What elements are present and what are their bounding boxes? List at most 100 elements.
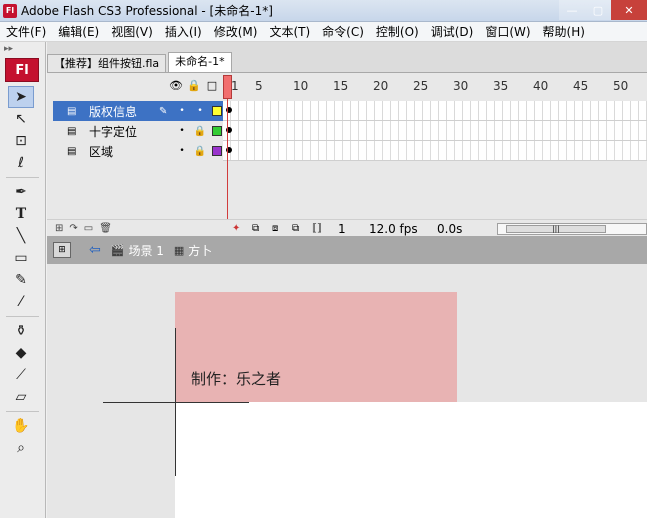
delete-layer-icon[interactable]: 🗑 xyxy=(99,223,112,234)
hand-tool-icon[interactable]: ✋ xyxy=(8,415,34,437)
ruler-label: 15 xyxy=(333,79,349,93)
lasso-tool-icon[interactable]: ℓ xyxy=(8,152,34,174)
onion-skin-icon[interactable]: ⧉ xyxy=(252,223,259,234)
menu-control[interactable]: 控制(O) xyxy=(370,22,425,42)
timeline-panel: 👁 🔒 □ 1 5 10 15 20 25 30 35 40 45 50 ▤ 版… xyxy=(47,72,647,237)
timeline-scrollbar[interactable]: ||| xyxy=(497,223,647,235)
menu-view[interactable]: 视图(V) xyxy=(105,22,159,42)
layer-icon: ▤ xyxy=(67,145,77,157)
maximize-button[interactable]: ▢ xyxy=(585,0,611,20)
eraser-tool-icon[interactable]: ▱ xyxy=(8,386,34,408)
eyedropper-tool-icon[interactable]: ⟋ xyxy=(8,364,34,386)
ruler-label: 20 xyxy=(373,79,389,93)
ruler-label: 30 xyxy=(453,79,469,93)
layer-name: 十字定位 xyxy=(89,124,138,139)
document-tabs: 【推荐】组件按钮.fla 未命名-1* xyxy=(47,52,647,72)
frames-row[interactable] xyxy=(223,121,647,141)
tool-separator xyxy=(6,177,39,178)
tool-separator xyxy=(6,411,39,412)
subselection-tool-icon[interactable]: ↖ xyxy=(8,108,34,130)
visibility-dot[interactable]: • xyxy=(173,126,191,136)
center-frame-icon[interactable]: ✦ xyxy=(232,223,240,234)
menu-text[interactable]: 文本(T) xyxy=(263,22,316,42)
flash-logo: Fl xyxy=(5,58,39,82)
breadcrumb-scene[interactable]: 🎬 场景 1 xyxy=(111,242,164,259)
tools-panel: ▸▸ Fl ➤ ↖ ⊡ ℓ ✒ T ╲ ▭ ✎ ⁄ ⚱ ◆ ⟋ ▱ ✋ ⌕ xyxy=(0,42,46,518)
symbol-label: 方卜 xyxy=(188,243,213,258)
menu-bar: 文件(F) 编辑(E) 视图(V) 插入(I) 修改(M) 文本(T) 命令(C… xyxy=(0,22,647,42)
credit-text[interactable]: 制作：乐之者 xyxy=(191,368,281,389)
paint-bucket-tool-icon[interactable]: ◆ xyxy=(8,342,34,364)
add-guide-layer-icon[interactable]: ↷ xyxy=(69,223,77,234)
tool-separator xyxy=(6,316,39,317)
lock-dot[interactable]: • xyxy=(191,106,209,116)
menu-help[interactable]: 帮助(H) xyxy=(537,22,591,42)
scene-label: 场景 1 xyxy=(128,243,164,258)
crosshair-horizontal[interactable] xyxy=(103,402,249,403)
ruler-label: 25 xyxy=(413,79,429,93)
menu-insert[interactable]: 插入(I) xyxy=(159,22,208,42)
pen-tool-icon[interactable]: ✒ xyxy=(8,181,34,203)
text-tool-icon[interactable]: T xyxy=(8,203,34,225)
frames-row[interactable] xyxy=(223,141,647,161)
ruler-label: 5 xyxy=(255,79,263,93)
new-layer-icon[interactable]: ⊞ xyxy=(55,223,63,234)
menu-window[interactable]: 窗口(W) xyxy=(479,22,536,42)
playhead-line xyxy=(227,99,228,237)
layer-row-crosshair[interactable]: ▤ 十字定位 • 🔒 xyxy=(53,121,223,141)
layer-color-swatch[interactable] xyxy=(212,126,222,136)
eye-icon[interactable]: 👁 xyxy=(167,79,185,92)
back-arrow-icon[interactable]: ⇦ xyxy=(89,242,101,258)
breadcrumb-symbol[interactable]: ▦ 方卜 xyxy=(174,242,212,259)
edit-multiple-icon[interactable]: ⧉ xyxy=(292,223,299,234)
menu-debug[interactable]: 调试(D) xyxy=(425,22,480,42)
stage-area[interactable]: 制作：乐之者 xyxy=(47,264,647,518)
menu-commands[interactable]: 命令(C) xyxy=(316,22,370,42)
layer-color-swatch[interactable] xyxy=(212,106,222,116)
lock-icon[interactable]: 🔒 xyxy=(191,126,209,137)
close-button[interactable]: ✕ xyxy=(611,0,647,20)
minimize-button[interactable]: — xyxy=(559,0,585,20)
menu-modify[interactable]: 修改(M) xyxy=(208,22,264,42)
onion-outline-icon[interactable]: ⧈ xyxy=(272,223,278,234)
layer-column-icons: 👁 🔒 □ xyxy=(167,79,221,92)
playhead[interactable] xyxy=(223,75,232,99)
scene-icon: 🎬 xyxy=(110,243,125,257)
doc-tab-untitled[interactable]: 未命名-1* xyxy=(168,52,232,72)
visibility-dot[interactable]: • xyxy=(173,146,191,156)
modify-markers-icon[interactable]: ⟦⟧ xyxy=(312,223,322,234)
visibility-dot[interactable]: • xyxy=(173,106,191,116)
stage-canvas[interactable] xyxy=(175,402,647,518)
zoom-tool-icon[interactable]: ⌕ xyxy=(8,437,34,459)
layer-color-swatch[interactable] xyxy=(212,146,222,156)
panel-strip xyxy=(47,42,647,52)
outline-icon[interactable]: □ xyxy=(203,79,221,92)
ink-bottle-tool-icon[interactable]: ⚱ xyxy=(8,320,34,342)
free-transform-tool-icon[interactable]: ⊡ xyxy=(8,130,34,152)
ruler-label: 1 xyxy=(231,79,239,93)
frames-row[interactable] xyxy=(223,101,647,121)
doc-tab-recommended[interactable]: 【推荐】组件按钮.fla xyxy=(47,54,167,72)
line-tool-icon[interactable]: ╲ xyxy=(8,225,34,247)
layer-name: 区域 xyxy=(89,144,114,159)
menu-file[interactable]: 文件(F) xyxy=(0,22,52,42)
brush-tool-icon[interactable]: ⁄ xyxy=(8,291,34,313)
frame-ruler[interactable]: 1 5 10 15 20 25 30 35 40 45 50 xyxy=(223,73,647,101)
timeline-footer: ⊞ ↷ ▭ 🗑 ✦ ⧉ ⧈ ⧉ ⟦⟧ 1 12.0 fps 0.0s ||| xyxy=(47,219,647,237)
ruler-label: 10 xyxy=(293,79,309,93)
frame-rate[interactable]: 12.0 fps xyxy=(369,222,418,236)
lock-icon[interactable]: 🔒 xyxy=(185,79,203,92)
layer-row-copyright[interactable]: ▤ 版权信息 ✎ • • xyxy=(53,101,223,121)
rectangle-tool-icon[interactable]: ▭ xyxy=(8,247,34,269)
panel-grip-icon[interactable]: ▸▸ xyxy=(0,42,45,56)
timeline-toggle-icon[interactable]: ⊞ xyxy=(53,242,71,258)
symbol-icon: ▦ xyxy=(173,243,185,257)
pencil-tool-icon[interactable]: ✎ xyxy=(8,269,34,291)
scrollbar-thumb[interactable]: ||| xyxy=(506,225,606,233)
layer-row-area[interactable]: ▤ 区域 • 🔒 xyxy=(53,141,223,161)
new-folder-icon[interactable]: ▭ xyxy=(84,223,93,234)
lock-icon[interactable]: 🔒 xyxy=(191,146,209,157)
selection-tool-icon[interactable]: ➤ xyxy=(8,86,34,108)
crosshair-vertical[interactable] xyxy=(175,328,176,476)
menu-edit[interactable]: 编辑(E) xyxy=(52,22,105,42)
